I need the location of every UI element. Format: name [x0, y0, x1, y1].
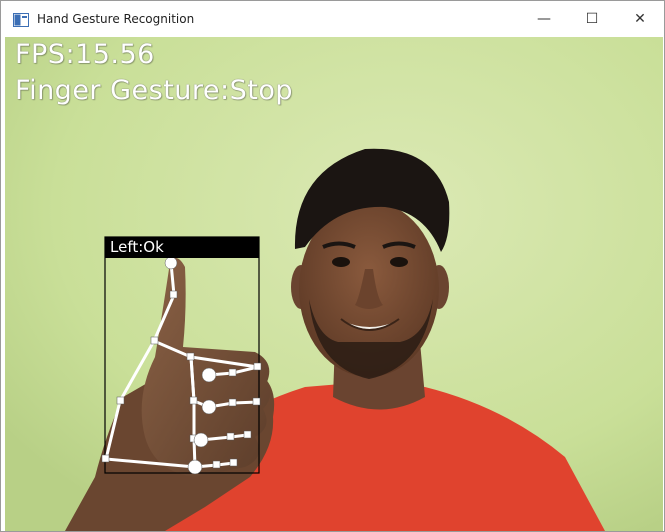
landmark-point	[253, 362, 262, 371]
window-title: Hand Gesture Recognition	[37, 12, 195, 26]
landmark-point	[201, 367, 217, 383]
close-icon: ✕	[634, 11, 646, 27]
landmark-point	[226, 432, 235, 441]
camera-scene	[5, 37, 663, 531]
left-eye	[332, 257, 350, 267]
landmark-point	[252, 397, 261, 406]
landmark-point	[228, 398, 237, 407]
camera-feed: FPS:15.56 Finger Gesture:Stop Left:Ok	[5, 37, 663, 531]
landmark-point	[228, 368, 237, 377]
landmark-point	[164, 256, 178, 270]
app-window-icon	[13, 12, 29, 27]
right-eye	[390, 257, 408, 267]
window-controls: — ☐ ✕	[520, 1, 664, 37]
title-bar[interactable]: Hand Gesture Recognition — ☐ ✕	[1, 1, 664, 37]
landmark-point	[116, 396, 125, 405]
landmark-point	[169, 290, 178, 299]
maximize-icon: ☐	[585, 11, 599, 27]
close-button[interactable]: ✕	[616, 1, 664, 37]
app-window: Hand Gesture Recognition — ☐ ✕ FPS:15.56…	[0, 0, 665, 532]
fps-readout: FPS:15.56	[15, 39, 155, 70]
landmark-point	[189, 396, 198, 405]
landmark-point	[186, 352, 195, 361]
minimize-button[interactable]: —	[520, 1, 568, 37]
landmark-point	[229, 458, 238, 467]
hand-sign-label: Left:Ok	[105, 237, 259, 258]
landmark-point	[187, 459, 203, 475]
landmark-point	[150, 336, 159, 345]
landmark-point	[212, 460, 221, 469]
landmark-point	[243, 430, 252, 439]
landmark-point	[193, 432, 209, 448]
landmark-point	[201, 399, 217, 415]
minimize-icon: —	[537, 11, 551, 27]
finger-gesture-readout: Finger Gesture:Stop	[15, 75, 294, 106]
landmark-point	[101, 454, 110, 463]
maximize-button[interactable]: ☐	[568, 1, 616, 37]
